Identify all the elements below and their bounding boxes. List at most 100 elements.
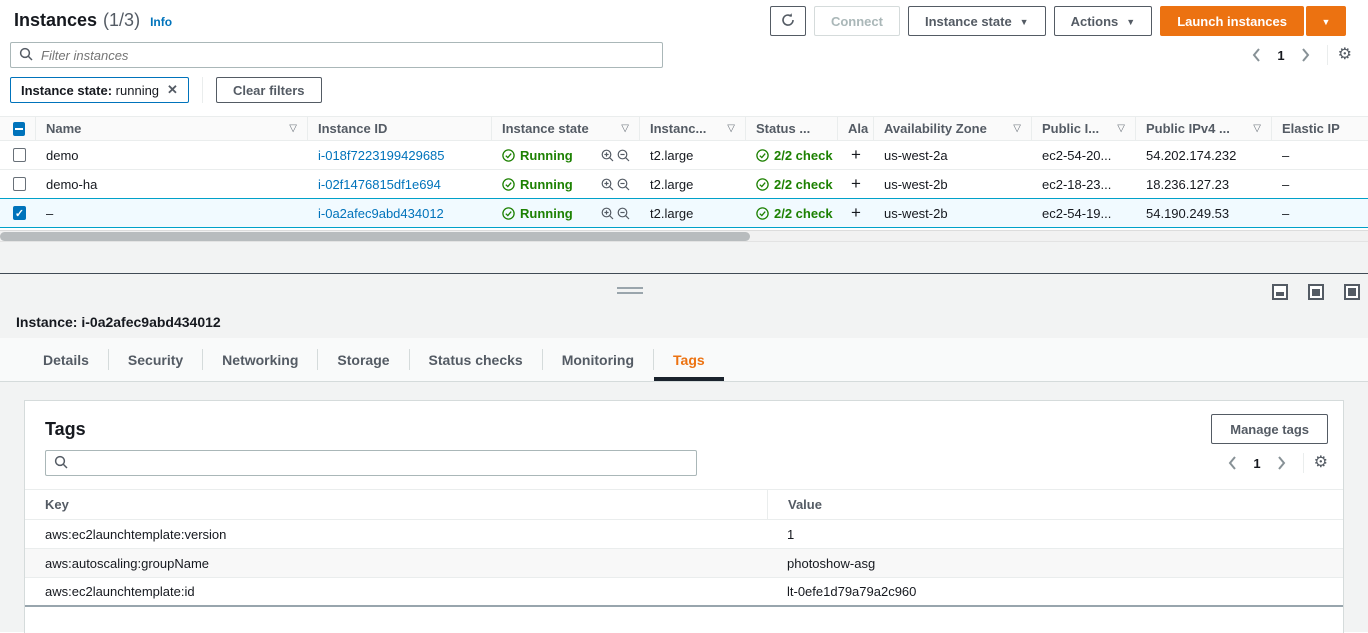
instance-state-menu-button[interactable]: Instance state ▼: [908, 6, 1046, 36]
column-header-alarm-status[interactable]: Ala: [838, 117, 874, 140]
column-header-availability-zone[interactable]: Availability Zone▽: [874, 117, 1032, 140]
column-header-public-dns[interactable]: Public I...▽: [1032, 117, 1136, 140]
cell-instance-state: Running: [520, 206, 573, 221]
cell-elastic-ip: –: [1272, 148, 1368, 163]
tab-storage[interactable]: Storage: [318, 338, 408, 381]
filter-icon[interactable]: ▽: [621, 123, 629, 134]
preferences-gear-icon[interactable]: ⚙: [1314, 455, 1328, 471]
column-header-name[interactable]: Name▽: [36, 117, 308, 140]
tab-details[interactable]: Details: [24, 338, 108, 381]
tag-key: aws:autoscaling:groupName: [25, 556, 767, 571]
column-header-instance-id[interactable]: Instance ID: [308, 117, 492, 140]
launch-instances-dropdown-button[interactable]: ▼: [1306, 6, 1346, 36]
check-circle-icon: [502, 149, 515, 162]
refresh-button[interactable]: [770, 6, 806, 36]
manage-tags-button[interactable]: Manage tags: [1211, 414, 1328, 444]
filter-icon[interactable]: ▽: [1253, 123, 1261, 134]
column-header-value: Value: [767, 490, 1343, 519]
add-alarm-icon[interactable]: +: [838, 174, 874, 194]
tag-row: aws:autoscaling:groupName photoshow-asg: [25, 549, 1343, 578]
panel-resize-handle[interactable]: [617, 287, 643, 297]
filter-icon[interactable]: ▽: [289, 123, 297, 134]
row-checkbox[interactable]: ✓: [13, 206, 26, 220]
clear-filters-button[interactable]: Clear filters: [216, 77, 322, 103]
cell-public-dns: ec2-54-19...: [1032, 206, 1136, 221]
filter-icon[interactable]: ▽: [1117, 123, 1125, 134]
table-row-selected[interactable]: ✓ – i-0a2afec9abd434012 Running t2.large…: [0, 198, 1368, 228]
previous-page-button[interactable]: [1221, 452, 1243, 474]
info-link[interactable]: Info: [150, 15, 172, 29]
instance-id-link[interactable]: i-0a2afec9abd434012: [318, 206, 444, 221]
page-number[interactable]: 1: [1249, 456, 1264, 471]
search-icon: [19, 47, 34, 67]
page-number[interactable]: 1: [1273, 48, 1288, 63]
next-page-button[interactable]: [1271, 452, 1293, 474]
launch-instances-button[interactable]: Launch instances: [1160, 6, 1304, 36]
add-alarm-icon[interactable]: +: [838, 203, 874, 223]
cell-status-check: 2/2 check: [774, 206, 833, 221]
filter-icon[interactable]: ▽: [1013, 123, 1021, 134]
zoom-in-icon[interactable]: [601, 178, 614, 191]
filter-chip-instance-state: Instance state: running ✕: [10, 77, 189, 103]
cell-instance-state: Running: [520, 148, 573, 163]
filter-chip-label: Instance state:: [21, 83, 112, 98]
horizontal-scrollbar[interactable]: [0, 230, 1368, 241]
refresh-icon: [780, 12, 796, 31]
tab-tags[interactable]: Tags: [654, 338, 724, 381]
cell-public-dns: ec2-54-20...: [1032, 148, 1136, 163]
panel-layout-half-icon[interactable]: [1308, 284, 1324, 300]
cell-name: –: [36, 206, 308, 221]
divider: [202, 77, 203, 103]
add-alarm-icon[interactable]: +: [838, 145, 874, 165]
table-row[interactable]: demo i-018f7223199429685 Running t2.larg…: [0, 141, 1368, 170]
tag-row: aws:ec2launchtemplate:id lt-0efe1d79a79a…: [25, 578, 1343, 607]
panel-layout-full-icon[interactable]: [1344, 284, 1360, 300]
row-checkbox[interactable]: [13, 148, 26, 162]
select-all-checkbox[interactable]: [13, 122, 25, 136]
table-row[interactable]: demo-ha i-02f1476815df1e694 Running t2.l…: [0, 170, 1368, 199]
panel-layout-bottom-icon[interactable]: [1272, 284, 1288, 300]
check-circle-icon: [756, 149, 769, 162]
zoom-out-icon[interactable]: [617, 207, 630, 220]
tags-search-input[interactable]: [45, 450, 697, 476]
instance-count: (1/3): [103, 10, 140, 31]
column-header-elastic-ip[interactable]: Elastic IP: [1272, 117, 1368, 140]
cell-status-check: 2/2 check: [774, 148, 833, 163]
filter-icon[interactable]: ▽: [727, 123, 735, 134]
cell-name: demo-ha: [36, 177, 308, 192]
cell-instance-type: t2.large: [640, 177, 746, 192]
tab-security[interactable]: Security: [109, 338, 202, 381]
zoom-in-icon[interactable]: [601, 207, 614, 220]
instance-id-link[interactable]: i-018f7223199429685: [318, 148, 445, 163]
tag-key: aws:ec2launchtemplate:id: [25, 584, 767, 599]
instance-id-link[interactable]: i-02f1476815df1e694: [318, 177, 441, 192]
preferences-gear-icon[interactable]: ⚙: [1338, 47, 1352, 63]
remove-filter-icon[interactable]: ✕: [167, 82, 178, 98]
check-circle-icon: [756, 207, 769, 220]
zoom-in-icon[interactable]: [601, 149, 614, 162]
column-header-instance-type[interactable]: Instanc...▽: [640, 117, 746, 140]
page-title: Instances: [14, 10, 97, 31]
tab-monitoring[interactable]: Monitoring: [543, 338, 653, 381]
connect-button[interactable]: Connect: [814, 6, 900, 36]
tab-networking[interactable]: Networking: [203, 338, 317, 381]
next-page-button[interactable]: [1295, 44, 1317, 66]
tags-table-header: Key Value: [25, 490, 1343, 520]
previous-page-button[interactable]: [1245, 44, 1267, 66]
column-header-status-check[interactable]: Status ...: [746, 117, 838, 140]
actions-menu-button[interactable]: Actions ▼: [1054, 6, 1153, 36]
zoom-out-icon[interactable]: [617, 149, 630, 162]
check-circle-icon: [502, 178, 515, 191]
cell-public-ipv4: 18.236.127.23: [1136, 177, 1272, 192]
scrollbar-thumb[interactable]: [0, 232, 750, 241]
row-checkbox[interactable]: [13, 177, 26, 191]
cell-instance-type: t2.large: [640, 206, 746, 221]
tag-value: 1: [767, 527, 1343, 542]
zoom-out-icon[interactable]: [617, 178, 630, 191]
instances-pane: Instances (1/3) Info Connect Instance st…: [0, 0, 1368, 274]
filter-instances-input[interactable]: [10, 42, 663, 68]
cell-public-ipv4: 54.202.174.232: [1136, 148, 1272, 163]
column-header-public-ipv4[interactable]: Public IPv4 ...▽: [1136, 117, 1272, 140]
column-header-instance-state[interactable]: Instance state▽: [492, 117, 640, 140]
tab-status-checks[interactable]: Status checks: [410, 338, 542, 381]
